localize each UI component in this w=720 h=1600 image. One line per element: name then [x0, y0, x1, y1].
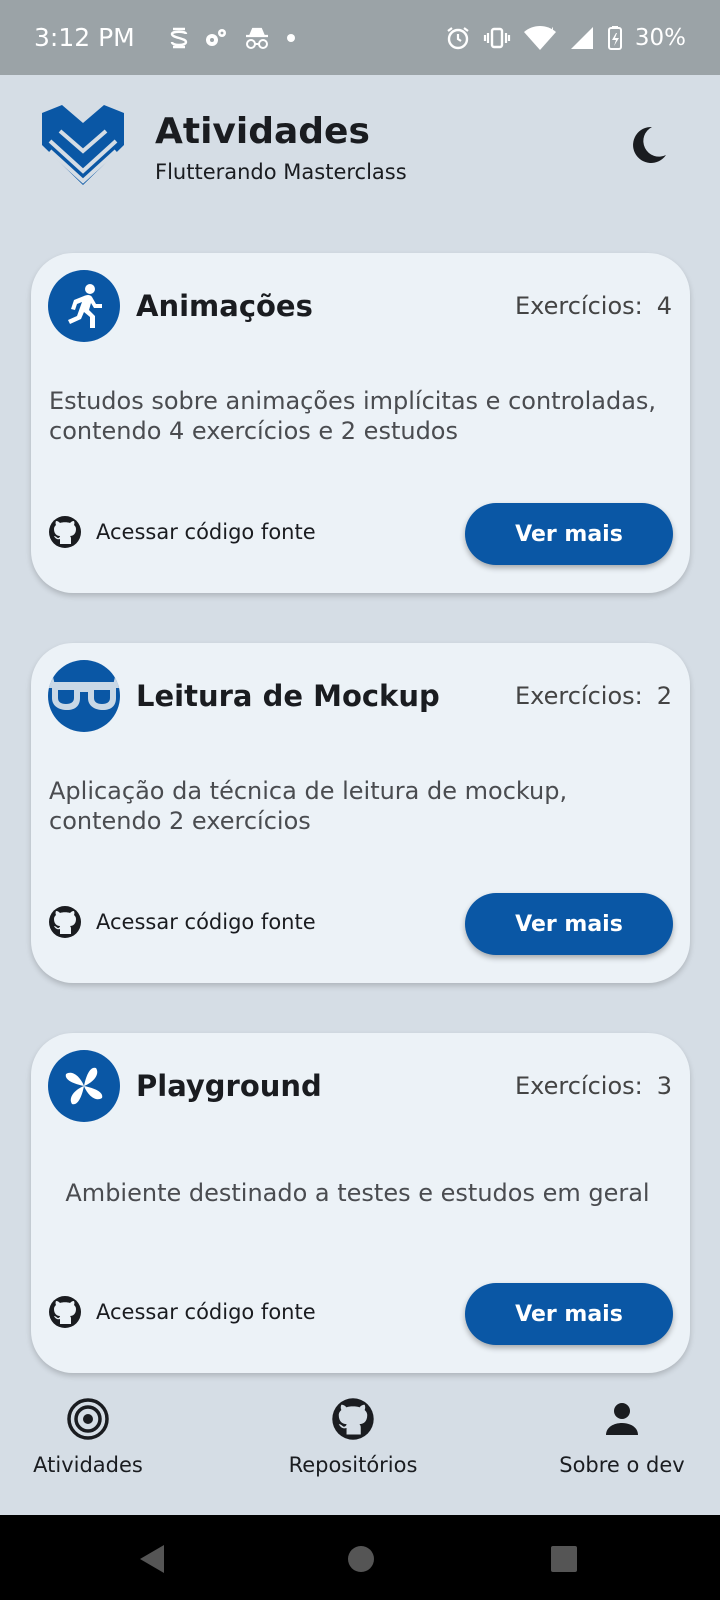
nav-label: Repositórios	[288, 1453, 418, 1477]
exercise-count-label: Exercícios:	[514, 1072, 643, 1100]
battery-icon	[607, 25, 622, 50]
exercise-count-value: 4	[656, 292, 672, 320]
card-description: Estudos sobre animações implícitas e con…	[49, 387, 657, 445]
exercise-count-value: 3	[656, 1072, 672, 1100]
source-code-link[interactable]: Acessar código fonte	[48, 515, 316, 549]
activity-card-leitura-de-mockup: Leitura de Mockup Exercícios: 2 Aplicaçã…	[31, 643, 690, 983]
target-icon	[67, 1398, 109, 1440]
system-navigation-bar	[0, 1515, 720, 1600]
person-icon	[606, 1403, 638, 1435]
card-title: Leitura de Mockup	[136, 679, 440, 713]
card-description: Aplicação da técnica de leitura de mocku…	[49, 777, 568, 835]
s-icon	[170, 27, 187, 48]
github-icon	[49, 906, 81, 938]
exercise-count-value: 2	[656, 682, 672, 710]
exercise-count-label: Exercícios:	[514, 682, 643, 710]
source-code-link[interactable]: Acessar código fonte	[48, 905, 316, 939]
source-code-label: Acessar código fonte	[96, 520, 316, 544]
glasses-icon	[48, 660, 120, 732]
card-description: Ambiente destinado a testes e estudos em…	[65, 1179, 650, 1207]
exercise-count-label: Exercícios:	[514, 292, 643, 320]
page-title: Atividades	[155, 111, 370, 152]
ver-mais-button[interactable]: Ver mais	[465, 893, 673, 955]
pinwheel-icon	[48, 1050, 120, 1122]
flutterando-logo	[42, 105, 124, 185]
source-code-label: Acessar código fonte	[96, 1300, 316, 1324]
source-code-label: Acessar código fonte	[96, 910, 316, 934]
wifi-icon: H	[523, 25, 556, 50]
running-icon	[48, 270, 120, 342]
card-title: Animações	[136, 289, 313, 323]
status-time: 3:12 PM	[34, 23, 135, 52]
moon-icon[interactable]	[626, 123, 670, 167]
alarm-icon	[447, 26, 469, 49]
app-header: Atividades Flutterando Masterclass	[0, 75, 720, 245]
github-icon	[49, 516, 81, 548]
back-icon[interactable]	[138, 1543, 168, 1575]
battery-percent: 30%	[634, 24, 686, 51]
source-code-link[interactable]: Acessar código fonte	[48, 1295, 316, 1329]
signal-icon	[570, 26, 593, 49]
svg-text:H: H	[547, 27, 554, 37]
exercise-count: Exercícios: 3	[515, 1072, 672, 1100]
nav-item-atividades[interactable]: Atividades	[28, 1385, 148, 1477]
nav-item-repositorios[interactable]: Repositórios	[278, 1385, 428, 1477]
activity-card-playground: Playground Exercícios: 3 Ambiente destin…	[31, 1033, 690, 1373]
bottom-navigation: Atividades Repositórios Sobre o dev	[0, 1385, 720, 1515]
ver-mais-button[interactable]: Ver mais	[465, 1283, 673, 1345]
nav-label: Sobre o dev	[559, 1453, 685, 1477]
activity-card-animacoes: Animações Exercícios: 4 Estudos sobre an…	[31, 253, 690, 593]
nav-label: Atividades	[33, 1453, 143, 1477]
exercise-count: Exercícios: 4	[515, 292, 672, 320]
github-icon	[332, 1398, 374, 1440]
ver-mais-button[interactable]: Ver mais	[465, 503, 673, 565]
recents-icon[interactable]	[550, 1543, 578, 1575]
vibrate-icon	[483, 27, 510, 48]
status-bar: 3:12 PM H 30%	[0, 0, 720, 75]
exercise-count: Exercícios: 2	[515, 682, 672, 710]
incognito-icon	[245, 27, 268, 49]
card-title: Playground	[136, 1069, 322, 1103]
settings-icon	[205, 28, 226, 46]
dot-icon	[286, 33, 295, 42]
nav-item-sobre-o-dev[interactable]: Sobre o dev	[552, 1385, 692, 1477]
home-icon[interactable]	[347, 1543, 375, 1575]
github-icon	[49, 1296, 81, 1328]
page-subtitle: Flutterando Masterclass	[155, 160, 407, 184]
